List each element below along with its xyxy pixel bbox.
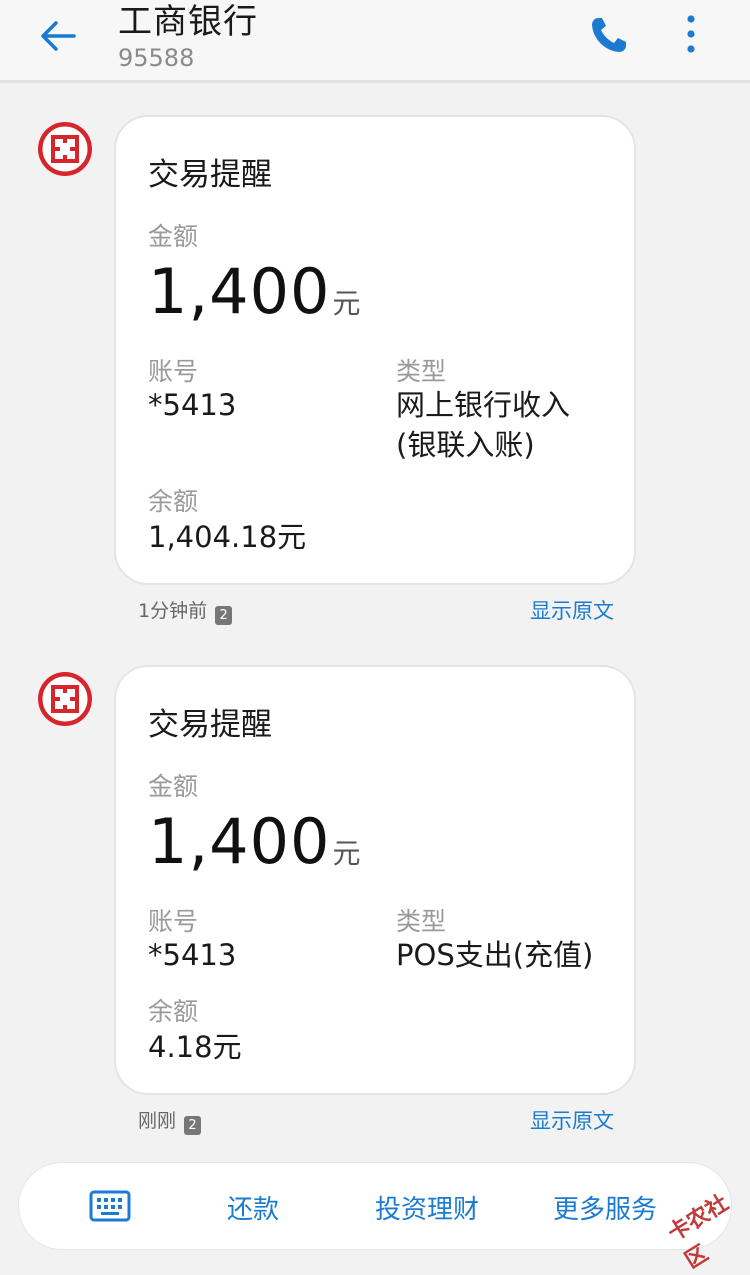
app-header: 工商银行 95588 [0,0,750,83]
account-value: *5413 [148,388,237,422]
amount-value: 1,400元 [148,255,362,328]
account-label: 账号 [148,357,199,386]
more-services-menu-item[interactable]: 更多服务 [553,1189,657,1226]
message-card[interactable]: 交易提醒 金额 1,400元 账号 *5413 类型 POS支出(充值) 余额 … [114,665,636,1095]
balance-label: 余额 [148,997,199,1026]
show-original-link[interactable]: 显示原文 [530,595,614,625]
icbc-logo-icon [38,672,92,726]
account-label: 账号 [148,907,199,936]
back-arrow-icon[interactable] [34,12,82,60]
watermark: 卡农社区 [663,1190,734,1274]
balance-value: 4.18元 [148,1030,242,1064]
keyboard-icon[interactable] [89,1189,131,1223]
message-time: 刚刚 2 [138,1106,202,1135]
message-time: 1分钟前 2 [138,596,233,625]
account-value: *5413 [148,938,237,972]
type-value-detail: (银联入账) [396,428,535,462]
amount-value: 1,400元 [148,805,362,878]
type-label: 类型 [396,357,447,386]
more-vertical-icon[interactable] [680,12,702,58]
sim-card-icon: 2 [215,606,233,625]
message-title: 交易提醒 [148,157,272,193]
type-label: 类型 [396,907,447,936]
type-value: POS支出(充值) [396,938,594,972]
type-value: 网上银行收入 [396,388,571,422]
sim-card-icon: 2 [184,1116,202,1135]
amount-label: 金额 [148,772,199,801]
balance-value: 1,404.18元 [148,520,307,554]
contact-number: 95588 [118,44,195,72]
bottom-menu-bar: 还款 投资理财 更多服务 [18,1162,732,1250]
repay-menu-item[interactable]: 还款 [227,1189,279,1226]
show-original-link[interactable]: 显示原文 [530,1105,614,1135]
balance-label: 余额 [148,487,199,516]
amount-label: 金额 [148,222,199,251]
message-title: 交易提醒 [148,707,272,743]
icbc-logo-icon [38,122,92,176]
message-card[interactable]: 交易提醒 金额 1,400元 账号 *5413 类型 网上银行收入 (银联入账)… [114,115,636,585]
phone-icon[interactable] [586,12,632,58]
contact-name: 工商银行 [118,2,258,42]
investment-menu-item[interactable]: 投资理财 [375,1189,479,1226]
